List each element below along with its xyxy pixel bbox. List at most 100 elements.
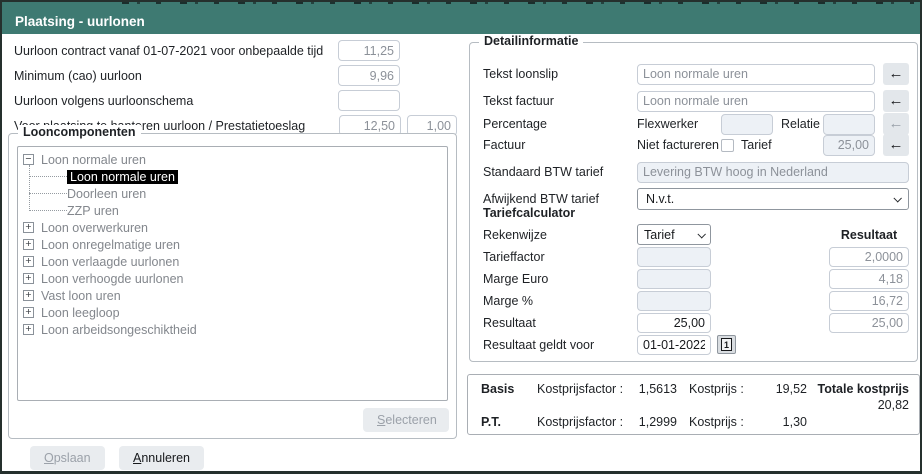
kostprijsfactor-label: Kostprijsfactor :	[537, 382, 627, 396]
tree-item-vast-loon-uren[interactable]: + Vast loon uren	[18, 287, 447, 304]
tariefcalculator-title: Tariefcalculator	[483, 206, 575, 220]
marge-pct-label: Marge %	[483, 294, 637, 308]
detailinformatie-legend: Detailinformatie	[479, 34, 583, 48]
annuleren-label: nnuleren	[141, 451, 190, 465]
totale-kostprijs-label: Totale kostprijs	[807, 382, 909, 396]
minimum-cao-input[interactable]	[338, 65, 400, 86]
marge-euro-input	[637, 269, 711, 289]
tree-item-zzp-uren[interactable]: ZZP uren	[18, 202, 447, 219]
opslaan-accesskey: O	[44, 451, 54, 465]
tekst-factuur-input[interactable]	[637, 91, 875, 112]
tarief-label: Tarief	[734, 138, 823, 152]
tree-item-loon-normale-uren-group[interactable]: − Loon normale uren	[18, 151, 447, 168]
tree-item-loon-normale-uren[interactable]: Loon normale uren	[18, 168, 447, 185]
tekst-factuur-label: Tekst factuur	[483, 94, 637, 108]
tree-item-label[interactable]: Loon overwerkuren	[41, 221, 148, 235]
relatie-percentage-input	[823, 114, 875, 135]
tree-item-doorleen-uren[interactable]: Doorleen uren	[18, 185, 447, 202]
minimum-cao-row: Minimum (cao) uurloon	[14, 63, 457, 88]
basis-label: Basis	[481, 382, 537, 396]
tree-item-loon-leegloop[interactable]: + Loon leegloop	[18, 304, 447, 321]
tekst-loonslip-row: Tekst loonslip ←	[483, 63, 909, 85]
opslaan-button: Opslaan	[30, 446, 105, 470]
expand-icon[interactable]: +	[23, 290, 34, 301]
tekst-loonslip-label: Tekst loonslip	[483, 67, 637, 81]
resultaat-geldt-voor-label: Resultaat geldt voor	[483, 338, 637, 352]
totale-kostprijs-row: 20,82	[481, 397, 909, 413]
percentage-label: Percentage	[483, 117, 637, 131]
expand-icon[interactable]: +	[23, 256, 34, 267]
opslaan-label: pslaan	[54, 451, 91, 465]
marge-euro-label: Marge Euro	[483, 272, 637, 286]
tree-item-loon-verlaagde-uurlonen[interactable]: + Loon verlaagde uurlonen	[18, 253, 447, 270]
selecteren-button: Selecteren	[363, 408, 449, 432]
looncomponenten-fieldset: Looncomponenten − Loon normale uren Loon…	[8, 133, 457, 439]
calendar-button[interactable]: 1	[717, 335, 736, 354]
tekst-loonslip-input[interactable]	[637, 64, 875, 85]
standaard-btw-row: Standaard BTW tarief	[483, 161, 909, 183]
tarieffactor-input	[637, 247, 711, 267]
rekenwijze-select[interactable]: Tarief	[637, 224, 711, 245]
kostprijs-label: Kostprijs :	[689, 382, 759, 396]
tree-item-label[interactable]: ZZP uren	[67, 204, 119, 218]
tree-item-loon-arbeidsongeschiktheid[interactable]: + Loon arbeidsongeschiktheid	[18, 321, 447, 338]
tree-item-label[interactable]: Loon leegloop	[41, 306, 120, 320]
resultaat-geldt-voor-date-input[interactable]	[637, 335, 711, 355]
tarieffactor-label: Tarieffactor	[483, 250, 637, 264]
uurloon-contract-row: Uurloon contract vanaf 01-07-2021 voor o…	[14, 38, 457, 63]
tree-item-label[interactable]: Loon onregelmatige uren	[41, 238, 180, 252]
tree-item-loon-overwerkuren[interactable]: + Loon overwerkuren	[18, 219, 447, 236]
annuleren-button[interactable]: Annuleren	[119, 446, 204, 470]
marge-pct-result	[829, 291, 909, 311]
pt-kostprijsfactor-value: 1,2999	[627, 415, 677, 429]
rekenwijze-value: Tarief	[644, 228, 675, 242]
tree-item-label[interactable]: Doorleen uren	[67, 187, 146, 201]
uurloon-contract-input[interactable]	[338, 40, 400, 61]
tree-item-loon-verhoogde-uurlonen[interactable]: + Loon verhoogde uurlonen	[18, 270, 447, 287]
marge-euro-row: Marge Euro	[483, 268, 909, 289]
tree-children: Loon normale uren Doorleen uren ZZP uren	[18, 168, 447, 219]
standaard-btw-label: Standaard BTW tarief	[483, 165, 637, 179]
basis-row: Basis Kostprijsfactor : 1,5613 Kostprijs…	[481, 381, 909, 397]
expand-icon[interactable]: +	[23, 324, 34, 335]
marge-pct-input	[637, 291, 711, 311]
tarieffactor-result	[829, 247, 909, 267]
pt-label: P.T.	[481, 415, 537, 429]
relatie-label: Relatie	[773, 117, 823, 131]
flexwerker-label: Flexwerker	[637, 117, 721, 131]
resultaat-geldt-voor-row: Resultaat geldt voor 1	[483, 334, 909, 355]
apply-tarief-arrow-button[interactable]: ←	[883, 134, 909, 156]
tekst-factuur-row: Tekst factuur ←	[483, 90, 909, 112]
tree-item-label[interactable]: Loon verlaagde uurlonen	[41, 255, 179, 269]
tree-item-label[interactable]: Loon arbeidsongeschiktheid	[41, 323, 197, 337]
kostprijs-label: Kostprijs :	[689, 415, 759, 429]
collapse-icon[interactable]: −	[23, 154, 34, 165]
resultaat-input[interactable]	[637, 313, 711, 333]
chevron-down-icon	[697, 230, 705, 238]
plaatsing-uurlonen-dialog: Plaatsing - uurlonen Uurloon contract va…	[0, 0, 922, 474]
expand-icon[interactable]: +	[23, 307, 34, 318]
selecteren-label: electeren	[385, 413, 436, 427]
apply-loonslip-arrow-button[interactable]: ←	[883, 63, 909, 85]
apply-factuur-arrow-button[interactable]: ←	[883, 90, 909, 112]
tree-item-loon-onregelmatige-uren[interactable]: + Loon onregelmatige uren	[18, 236, 447, 253]
niet-factureren-label: Niet factureren	[637, 138, 721, 152]
dialog-titlebar: Plaatsing - uurlonen	[2, 8, 920, 34]
uurloonschema-input[interactable]	[338, 90, 400, 111]
afwijkend-btw-select[interactable]: N.v.t.	[637, 188, 909, 210]
expand-icon[interactable]: +	[23, 273, 34, 284]
rekenwijze-row: Rekenwijze Tarief Resultaat	[483, 224, 909, 245]
tree-item-label[interactable]: Vast loon uren	[41, 289, 121, 303]
expand-icon[interactable]: +	[23, 239, 34, 250]
basis-kostprijs-value: 19,52	[759, 382, 807, 396]
tree-item-label-selected[interactable]: Loon normale uren	[67, 170, 178, 184]
minimum-cao-label: Minimum (cao) uurloon	[14, 69, 338, 83]
niet-factureren-checkbox[interactable]	[721, 139, 734, 152]
uurloonschema-row: Uurloon volgens uurloonschema	[14, 88, 457, 113]
uurloon-contract-label: Uurloon contract vanaf 01-07-2021 voor o…	[14, 44, 338, 58]
kostprijsfactor-label: Kostprijsfactor :	[537, 415, 627, 429]
tree-item-label[interactable]: Loon normale uren	[41, 153, 146, 167]
looncomponenten-legend: Looncomponenten	[18, 125, 141, 139]
expand-icon[interactable]: +	[23, 222, 34, 233]
tree-item-label[interactable]: Loon verhoogde uurlonen	[41, 272, 183, 286]
